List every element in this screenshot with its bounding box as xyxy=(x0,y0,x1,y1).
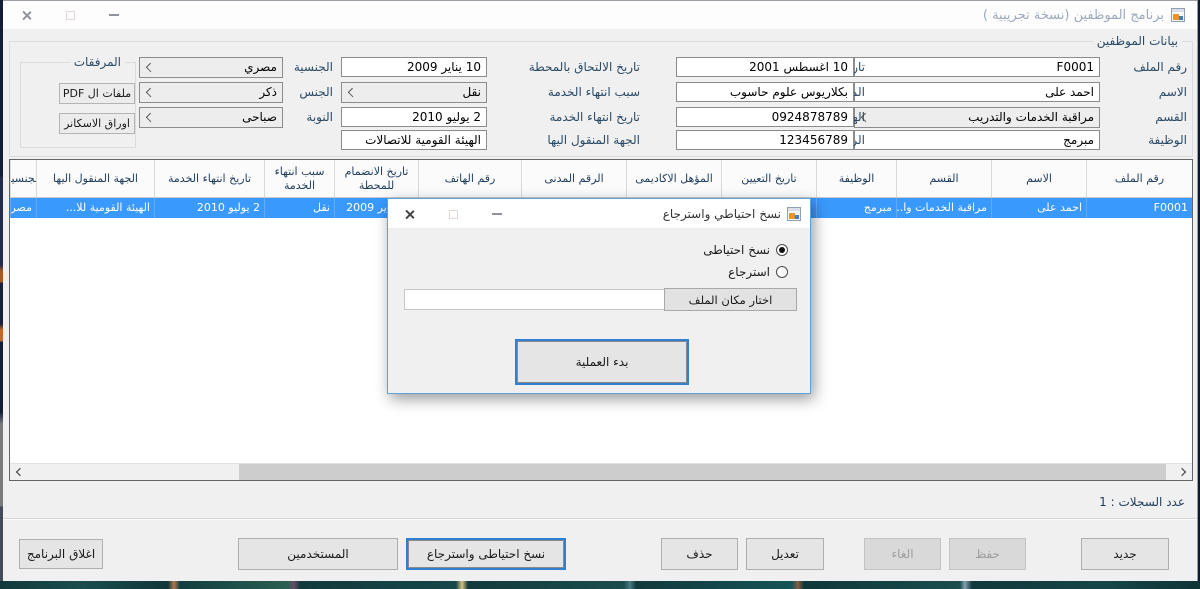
job-label: الوظيفة xyxy=(1148,130,1187,150)
col-header-hire-date[interactable]: تاريخ التعيين xyxy=(721,160,816,197)
department-combobox[interactable]: مراقبة الخدمات والتدريب xyxy=(854,107,1100,128)
close-icon xyxy=(21,10,32,21)
window-title: برنامج الموظفين (نسخة تجريبية ) xyxy=(983,8,1164,23)
scroll-right-icon[interactable] xyxy=(1178,468,1186,476)
col-header-department[interactable]: القسم xyxy=(896,160,991,197)
chevron-down-icon xyxy=(348,88,357,97)
qualification-input[interactable]: بكلاريوس علوم حاسوب xyxy=(676,82,854,102)
scroll-left-icon[interactable] xyxy=(16,468,24,476)
close-program-button[interactable]: اغلاق البرنامج xyxy=(19,539,103,569)
col-header-name[interactable]: الاسم xyxy=(991,160,1086,197)
attachments-groupbox: المرفقات ملفات ال PDF اوراق الاسكانر xyxy=(20,62,136,148)
phone-input[interactable]: 0924878789 xyxy=(676,107,854,127)
groupbox-title: بيانات الموظفين xyxy=(1093,34,1182,48)
cell-department: مراقبة الخدمات وا... xyxy=(896,198,991,218)
name-label: الاسم xyxy=(1159,82,1187,102)
chevron-down-icon xyxy=(146,113,155,122)
backup-restore-button[interactable]: نسخ احتياطى واسترجاع xyxy=(406,538,566,570)
end-date-label: تاريخ انتهاء الخدمة xyxy=(549,107,640,127)
dialog-close-button[interactable] xyxy=(396,206,422,222)
dialog-titlebar: نسخ احتياطي واسترجاع xyxy=(388,199,810,229)
users-button[interactable]: المستخدمين xyxy=(238,538,398,570)
maximize-button xyxy=(57,7,83,23)
nationality-label: الجنسية xyxy=(294,57,333,77)
department-label: القسم xyxy=(1155,107,1187,127)
radio-unselected-icon xyxy=(776,266,788,278)
pdf-files-button[interactable]: ملفات ال PDF xyxy=(59,83,135,104)
job-input[interactable]: مبرمج xyxy=(854,130,1100,150)
name-input[interactable]: احمد على xyxy=(854,82,1100,102)
minimize-button[interactable] xyxy=(101,7,127,23)
attachments-title: المرفقات xyxy=(70,55,125,69)
backup-radio[interactable]: نسخ احتياطى xyxy=(703,243,788,257)
col-header-end-reason[interactable]: سبب انتهاء الخدمة xyxy=(264,160,334,197)
close-icon xyxy=(404,209,415,220)
cell-end-date: 2 يوليو 2010 xyxy=(154,198,264,218)
dialog-title: نسخ احتياطي واسترجاع xyxy=(663,207,781,221)
col-header-end-date[interactable]: تاريخ انتهاء الخدمة xyxy=(154,160,264,197)
civil-id-input[interactable]: 123456789 xyxy=(676,130,854,150)
save-button: حفظ xyxy=(949,538,1026,570)
dialog-maximize-button xyxy=(440,206,466,222)
main-titlebar: برنامج الموظفين (نسخة تجريبية ) xyxy=(3,1,1197,29)
hire-date-input[interactable]: 10 اغسطس 2001 xyxy=(676,57,854,77)
col-header-civil-id[interactable]: الرقم المدنى xyxy=(521,160,626,197)
horizontal-scrollbar[interactable] xyxy=(10,463,1192,480)
file-no-label: رقم الملف xyxy=(1133,57,1187,77)
nationality-combobox[interactable]: مصري xyxy=(139,57,283,78)
col-header-nationality[interactable]: الجنسية xyxy=(10,160,36,197)
file-path-input[interactable] xyxy=(404,289,666,310)
col-header-phone[interactable]: رقم الهاتف xyxy=(418,160,521,197)
desktop-taskbar-strip xyxy=(0,581,1200,589)
minimize-icon xyxy=(109,14,119,16)
choose-file-location-button[interactable]: اختار مكان الملف xyxy=(664,288,797,311)
station-join-input[interactable]: 10 يناير 2009 xyxy=(341,57,487,77)
main-window: برنامج الموظفين (نسخة تجريبية ) بيانات ا… xyxy=(3,0,1198,582)
radio-selected-icon xyxy=(776,244,788,256)
app-icon xyxy=(1171,8,1185,22)
gender-label: الجنس xyxy=(299,82,333,102)
separator-line xyxy=(3,518,1197,520)
transferred-to-label: الجهة المنقول اليها xyxy=(547,130,640,150)
file-no-input[interactable]: F0001 xyxy=(854,57,1100,77)
shift-combobox[interactable]: صباحى xyxy=(139,107,283,128)
grid-header-row: رقم الملف الاسم القسم الوظيفة تاريخ التع… xyxy=(10,160,1192,198)
backup-restore-dialog: نسخ احتياطي واسترجاع نسخ احتياطى استرجاع… xyxy=(387,198,811,394)
records-count-status: عدد السجلات : 1 xyxy=(1099,495,1185,509)
scanner-papers-button[interactable]: اوراق الاسكانر xyxy=(59,113,135,134)
cell-transferred-to: الهيئة القومية للا... xyxy=(36,198,154,218)
end-reason-label: سبب انتهاء الخدمة xyxy=(548,82,640,102)
minimize-icon xyxy=(492,213,502,215)
cell-file-no: F0001 xyxy=(1086,198,1192,218)
end-date-input[interactable]: 2 يوليو 2010 xyxy=(341,107,487,127)
chevron-down-icon xyxy=(146,88,155,97)
cell-end-reason: نقل xyxy=(264,198,334,218)
app-icon xyxy=(787,207,801,221)
scrollbar-thumb[interactable] xyxy=(239,464,1166,480)
col-header-file-no[interactable]: رقم الملف xyxy=(1086,160,1192,197)
cell-nationality: مصري xyxy=(10,198,36,218)
chevron-down-icon xyxy=(146,63,155,72)
cancel-button: الغاء xyxy=(864,538,941,570)
station-join-label: تاريخ الالتحاق بالمحطة xyxy=(529,57,640,77)
transferred-to-input[interactable]: الهيئة القومية للاتصالات xyxy=(341,130,487,150)
col-header-job[interactable]: الوظيفة xyxy=(816,160,896,197)
dialog-minimize-button[interactable] xyxy=(484,206,510,222)
cell-job: مبرمج xyxy=(816,198,896,218)
col-header-transferred-to[interactable]: الجهة المنقول اليها xyxy=(36,160,154,197)
delete-button[interactable]: حذف xyxy=(661,538,738,570)
end-reason-combobox[interactable]: نقل xyxy=(341,82,487,103)
close-button[interactable] xyxy=(13,7,39,23)
col-header-station-join[interactable]: تاريخ الانضمام للمحطة xyxy=(334,160,418,197)
col-header-qualification[interactable]: المؤهل الاكاديمى xyxy=(626,160,721,197)
cell-name: احمد على xyxy=(991,198,1086,218)
edit-button[interactable]: تعديل xyxy=(746,538,824,570)
start-operation-button[interactable]: بدء العملية xyxy=(515,339,689,385)
restore-radio[interactable]: استرجاع xyxy=(728,265,788,279)
new-button[interactable]: جديد xyxy=(1081,538,1169,570)
shift-label: النوبة xyxy=(306,107,333,127)
maximize-icon xyxy=(66,11,75,20)
maximize-icon xyxy=(449,210,458,219)
gender-combobox[interactable]: ذكر xyxy=(139,82,283,103)
